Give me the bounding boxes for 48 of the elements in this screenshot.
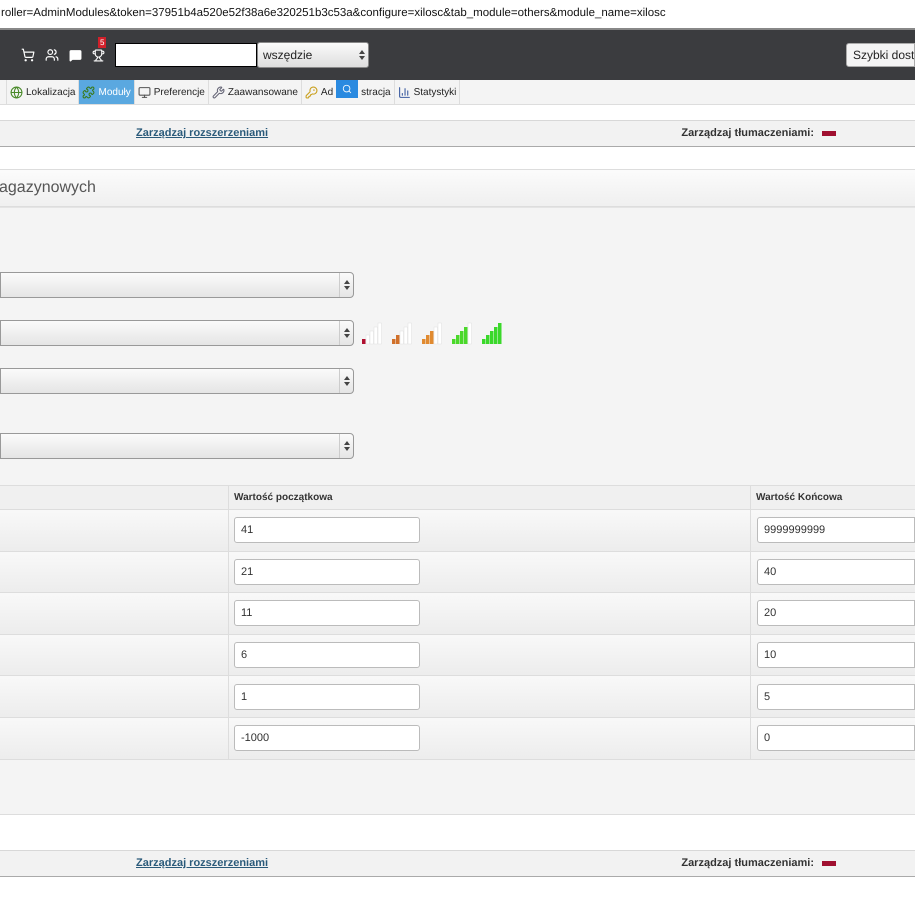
wrench-icon [212,86,225,98]
start-value-field[interactable]: 1 [234,684,420,710]
start-value-field[interactable]: 11 [234,600,420,626]
bar-chart-icon [398,86,411,98]
stepper-icon [359,50,365,60]
dropdown-field[interactable] [0,320,354,346]
panel-title: agazynowych [0,178,96,198]
stepper-icon [339,369,353,393]
manage-translations-label: Zarządzaj tłumaczeniami: [681,126,814,142]
end-value-field[interactable]: 0 [757,725,915,752]
stepper-icon [339,321,353,345]
notification-badge: 5 [98,36,106,48]
quick-access-button[interactable]: Szybki dost [846,43,915,67]
manage-extensions-link[interactable]: Zarządzaj rozszerzeniami [136,125,268,142]
search-icon[interactable] [336,80,358,98]
monitor-icon [138,86,151,98]
table-header-cell: Wartość początkowa [229,486,751,509]
chat-icon[interactable] [69,48,82,62]
table-header-cell-text: Wartość Końcowa [755,491,844,505]
end-value-field[interactable]: 20 [757,600,915,626]
nav-tab[interactable]: Zaawansowane [208,80,302,104]
end-value-field[interactable]: 10 [757,642,915,668]
start-value-field[interactable]: 21 [234,558,420,585]
search-scope-dropdown[interactable]: wszędzie [257,42,369,68]
end-value-field[interactable]: 40 [757,558,915,585]
manage-extensions-link[interactable]: Zarządzaj rozszerzeniami [136,854,268,872]
start-value-field[interactable]: 6 [234,642,420,668]
dropdown-field[interactable] [0,272,354,298]
manage-translations-label: Zarządzaj tłumaczeniami: [681,856,814,871]
stepper-icon [339,434,353,458]
key-icon [304,86,318,98]
cart-icon[interactable] [21,48,35,62]
start-value-field[interactable]: -1000 [234,725,420,752]
stepper-icon [339,273,353,297]
users-icon[interactable] [45,48,59,62]
dropdown-field[interactable] [0,368,354,394]
end-value-field[interactable]: 9999999999 [757,517,915,544]
globe-icon [10,86,23,98]
nav-tab[interactable]: Statystyki [394,80,460,104]
end-value-field[interactable]: 5 [757,684,915,710]
nav-tab[interactable]: Preferencje [134,80,209,104]
dropdown-field[interactable] [0,433,354,459]
trophy-icon[interactable] [92,48,105,62]
puzzle-icon [82,86,96,98]
flag-icon[interactable] [822,860,836,866]
nav-tab[interactable]: Ad stracja [302,80,395,104]
start-value-field[interactable]: 41 [234,517,420,544]
search-field[interactable] [115,43,257,67]
